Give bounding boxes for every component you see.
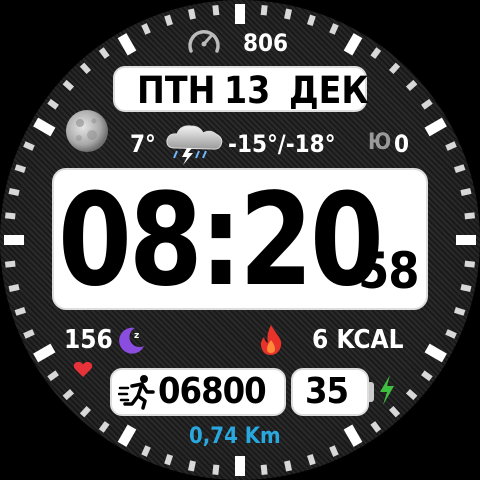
major-tick [456, 235, 476, 245]
minor-tick [23, 329, 35, 339]
minor-tick [329, 445, 339, 457]
cloud-storm-icon [163, 120, 227, 166]
minor-tick [141, 445, 151, 457]
major-tick [343, 33, 363, 56]
flame-icon [258, 324, 284, 356]
minor-tick [260, 464, 268, 476]
minor-tick [445, 329, 457, 339]
minor-tick [187, 460, 196, 472]
wind-value: 0 [394, 130, 410, 158]
battery-value: 35 [305, 371, 349, 412]
minor-tick [460, 284, 472, 293]
date-day-name: ПТН [137, 69, 216, 112]
minor-tick [164, 454, 174, 466]
heart-icon [73, 361, 93, 378]
minor-tick [445, 141, 457, 151]
minor-tick [14, 164, 26, 174]
major-tick [4, 235, 24, 245]
minor-tick [405, 388, 418, 401]
minor-tick [306, 14, 316, 26]
minor-tick [212, 4, 220, 16]
minor-tick [464, 260, 476, 268]
major-tick [343, 424, 363, 447]
minor-tick [388, 405, 401, 418]
minor-tick [14, 306, 26, 316]
steps-value: 06800 [158, 371, 267, 412]
temp-range: -15°/-18° [228, 130, 336, 158]
minor-tick [454, 306, 466, 316]
minor-tick [329, 23, 339, 35]
battery-charging-icon [377, 374, 397, 406]
watch-face: 806 ПТН 13 ДЕК 7° -15°/-18° Ю 0 08:20 58… [0, 0, 480, 480]
battery-tip [369, 382, 374, 402]
minor-tick [4, 260, 16, 268]
minor-tick [8, 284, 20, 293]
current-temp: 7° [130, 130, 156, 158]
distance-value: 0,74 Km [189, 424, 281, 449]
minor-tick [79, 405, 92, 418]
minor-tick [47, 98, 59, 110]
minor-tick [62, 79, 75, 92]
minor-tick [23, 141, 35, 151]
minor-tick [164, 14, 174, 26]
heart-rate-value: 156 [64, 325, 113, 355]
svg-text:z: z [134, 331, 139, 341]
major-tick [117, 33, 137, 56]
moon-sleep-icon: z [116, 324, 148, 356]
minor-tick [284, 8, 293, 20]
minor-tick [454, 164, 466, 174]
minor-tick [62, 388, 75, 401]
minor-tick [98, 421, 110, 433]
major-tick [424, 343, 447, 363]
minor-tick [464, 212, 476, 220]
minor-tick [141, 23, 151, 35]
minor-tick [187, 8, 196, 20]
minor-tick [421, 98, 433, 110]
gauge-icon [186, 24, 222, 56]
moon-icon [64, 108, 110, 154]
wind-direction: Ю [368, 130, 392, 155]
date-month: ДЕК [289, 69, 369, 112]
minor-tick [212, 464, 220, 476]
major-tick [33, 343, 56, 363]
top-counter-value: 806 [243, 29, 289, 57]
minor-tick [98, 47, 110, 59]
major-tick [235, 4, 245, 24]
minor-tick [370, 421, 382, 433]
major-tick [117, 424, 137, 447]
minor-tick [260, 4, 268, 16]
minor-tick [421, 370, 433, 382]
minor-tick [306, 454, 316, 466]
minor-tick [388, 62, 401, 75]
calories-value: 6 KCAL [312, 325, 404, 355]
time-seconds: 58 [358, 242, 420, 300]
minor-tick [284, 460, 293, 472]
minor-tick [370, 47, 382, 59]
runner-icon [117, 374, 156, 410]
major-tick [33, 117, 56, 137]
date-day: 13 [224, 69, 271, 112]
minor-tick [4, 212, 16, 220]
time-hours-minutes: 08:20 [58, 165, 384, 315]
major-tick [235, 456, 245, 476]
major-tick [424, 117, 447, 137]
minor-tick [47, 370, 59, 382]
minor-tick [79, 62, 92, 75]
minor-tick [460, 187, 472, 196]
minor-tick [8, 187, 20, 196]
minor-tick [405, 79, 418, 92]
